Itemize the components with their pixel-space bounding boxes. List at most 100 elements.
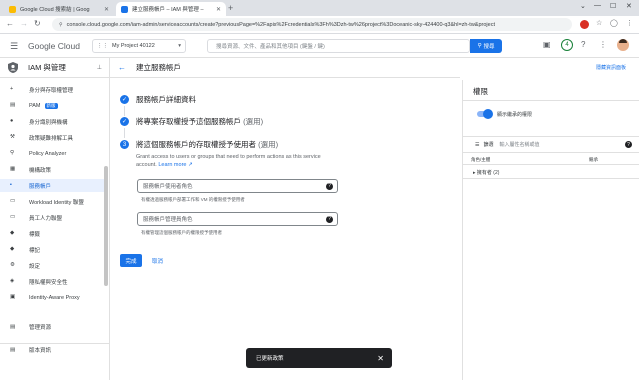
back-icon[interactable]: ← (6, 19, 14, 29)
panel-divider (463, 100, 639, 101)
step-connector (124, 128, 125, 138)
account-circle-icon: ● (10, 118, 14, 124)
sidebar-item-label: 政策疑難排解工具 (29, 135, 74, 142)
inherited-permissions-toggle[interactable] (477, 109, 493, 119)
settings-dots-icon[interactable]: ⋮ (599, 40, 607, 50)
browser-tab[interactable]: Google Cloud 搜索結 | Goog ✕ (4, 2, 114, 16)
sidebar-item-pam[interactable]: ▤ PAM 新版 (0, 99, 104, 112)
sidebar-item-identity[interactable]: ● 身分識別與機構 (0, 115, 104, 128)
project-selector[interactable]: ⋮⋮ My Project 40122 ▾ (92, 39, 186, 53)
help-icon[interactable]: ? (326, 215, 333, 223)
maximize-icon[interactable]: ☐ (610, 2, 616, 10)
new-tab-icon[interactable]: + (228, 3, 233, 13)
snackbar: 已更新政策 ✕ (246, 348, 392, 368)
sidebar-item-tags[interactable]: ◆ 標記 (0, 243, 104, 256)
toggle-label: 顯示繼承的權限 (497, 112, 533, 118)
step-optional: (選用) (258, 140, 279, 149)
page-title: 建立服務帳戶 (136, 63, 181, 72)
search-icon: ⚲ (477, 43, 482, 49)
sidebar-item-workload-identity[interactable]: ▭ Workload Identity 聯盟 (0, 195, 104, 208)
sidebar-item-manage-resources[interactable]: ▤ 管理資源 (0, 320, 110, 333)
step-3[interactable]: 3 將這個服務帳戶的存取權授予使用者 (選用) (120, 139, 278, 150)
service-account-users-role-field[interactable]: 服務帳戶使用者角色 ? (137, 179, 338, 193)
role-owner: 擁有者 (2) (476, 170, 500, 176)
help-icon[interactable]: ? (625, 141, 632, 148)
sidebar-item-privacy[interactable]: ◈ 隱私權與安全性 (0, 275, 104, 288)
profile-icon[interactable]: ◯ (610, 19, 618, 29)
sidebar-item-troubleshooter[interactable]: ⚒ 政策疑難排解工具 (0, 131, 104, 144)
search-input[interactable]: 搜尋資源、文件、產品和其他項目 (鍵盤 / 鍵) (207, 39, 470, 53)
sidebar-item-service-accounts[interactable]: ▪ 服務帳戶 (0, 179, 104, 192)
site-info-icon[interactable]: ⚲ (59, 22, 63, 28)
search-button[interactable]: ⚲ 搜尋 (470, 39, 502, 53)
pin-icon[interactable]: ⊥ (97, 64, 102, 71)
notification-count: 4 (565, 42, 569, 48)
close-icon[interactable]: ✕ (377, 354, 384, 363)
extension-icon[interactable] (580, 20, 589, 29)
step-1[interactable]: ✓ 服務帳戶詳細資料 (120, 94, 196, 105)
cloud-shell-icon[interactable]: ▣ (543, 40, 551, 50)
sidebar-item-release-notes[interactable]: ▤ 版本資訊 (0, 343, 110, 356)
sidebar-item-labels[interactable]: ◆ 標籤 (0, 227, 104, 240)
page-header: ← 建立服務帳戶 (110, 58, 460, 78)
sidebar-item-iap[interactable]: ▣ Identity-Aware Proxy (0, 291, 104, 304)
tab-favicon-icon (9, 5, 16, 13)
star-icon[interactable]: ☆ (596, 19, 602, 29)
tab-favicon-icon (121, 5, 128, 13)
menu-dots-icon[interactable]: ⋮ (626, 19, 633, 29)
column-header-role[interactable]: 角色/主體 (471, 157, 490, 163)
close-window-icon[interactable]: ✕ (626, 2, 632, 10)
minimize-icon[interactable]: — (594, 2, 601, 9)
cancel-button[interactable]: 取消 (152, 254, 163, 267)
table-row[interactable]: ▸ 擁有者 (2) (473, 169, 499, 176)
filter-label: 篩選 (483, 142, 494, 148)
url-text: console.cloud.google.com/iam-admin/servi… (66, 21, 495, 28)
tab-search-icon[interactable]: ⌄ (580, 2, 586, 10)
url-input[interactable]: ⚲ console.cloud.google.com/iam-admin/ser… (52, 18, 572, 31)
panel-divider (463, 164, 639, 165)
sidebar-item-policy-analyzer[interactable]: ⚲ Policy Analyzer (0, 147, 104, 160)
pam-icon: ▤ (10, 102, 16, 108)
back-arrow-icon[interactable]: ← (118, 63, 126, 72)
notification-badge[interactable]: 4 (561, 39, 573, 51)
sidebar-item-settings[interactable]: ⚙ 設定 (0, 259, 104, 272)
sidebar-item-iam[interactable]: + 身分與存取權管理 (0, 83, 104, 96)
avatar[interactable] (617, 39, 629, 51)
learn-more-link[interactable]: Learn more ↗ (158, 162, 192, 168)
sidebar-item-org-policies[interactable]: ▦ 機構政策 (0, 163, 104, 176)
field-placeholder: 服務帳戶管理員角色 (143, 217, 193, 223)
sidebar-item-label: Policy Analyzer (29, 150, 67, 157)
folder-icon: ▤ (10, 323, 16, 330)
filter-input[interactable]: 輸入屬性名稱或值 (500, 141, 540, 148)
sidebar-title: IAM 與管理 (28, 63, 66, 72)
google-cloud-logo[interactable]: Google Cloud (28, 41, 80, 51)
filter-bar[interactable]: ☰ 篩選 輸入屬性名稱或值 ? (463, 138, 639, 151)
browser-tab-bar: Google Cloud 搜索結 | Goog ✕ 建立服務帳戶 – IAM 與… (0, 0, 639, 16)
expand-icon[interactable]: ▸ (473, 170, 476, 176)
sidebar-item-label: 身分與存取權管理 (29, 87, 74, 94)
people-icon: ▭ (10, 214, 16, 220)
service-account-admins-role-field[interactable]: 服務帳戶管理員角色 ? (137, 212, 338, 226)
check-icon: ✓ (120, 117, 129, 126)
sidebar-item-label: 標記 (29, 247, 41, 254)
step-2[interactable]: ✓ 將專案存取權授予這個服務帳戶 (選用) (120, 116, 263, 127)
reload-icon[interactable]: ↻ (34, 19, 41, 29)
tab-close-icon[interactable]: ✕ (212, 6, 221, 13)
column-header-inherit[interactable]: 繼承 (589, 157, 598, 163)
sidebar-scrollbar[interactable] (104, 166, 108, 286)
field-placeholder: 服務帳戶使用者角色 (143, 184, 193, 190)
forward-icon[interactable]: → (20, 19, 28, 29)
done-button[interactable]: 完成 (120, 254, 142, 267)
service-account-icon: ▪ (10, 182, 12, 188)
workload-icon: ▭ (10, 198, 16, 204)
menu-icon[interactable]: ☰ (10, 41, 18, 51)
help-icon[interactable]: ? (326, 182, 333, 190)
search-placeholder: 搜尋資源、文件、產品和其他項目 (鍵盤 / 鍵) (216, 44, 325, 50)
info-panel: 權限 顯示繼承的權限 ☰ 篩選 輸入屬性名稱或值 ? 角色/主體 繼承 ▸ 擁有… (462, 80, 639, 380)
help-icon[interactable]: ? (581, 40, 585, 50)
hide-info-panel-link[interactable]: 隱藏資訊面板 (596, 64, 626, 71)
step-label: 將專案存取權授予這個服務帳戶 (選用) (136, 116, 263, 127)
browser-tab-active[interactable]: 建立服務帳戶 – IAM 與管理 – ✕ (116, 2, 226, 16)
sidebar-item-workforce[interactable]: ▭ 員工人力聯盟 (0, 211, 104, 224)
tab-close-icon[interactable]: ✕ (100, 6, 109, 13)
